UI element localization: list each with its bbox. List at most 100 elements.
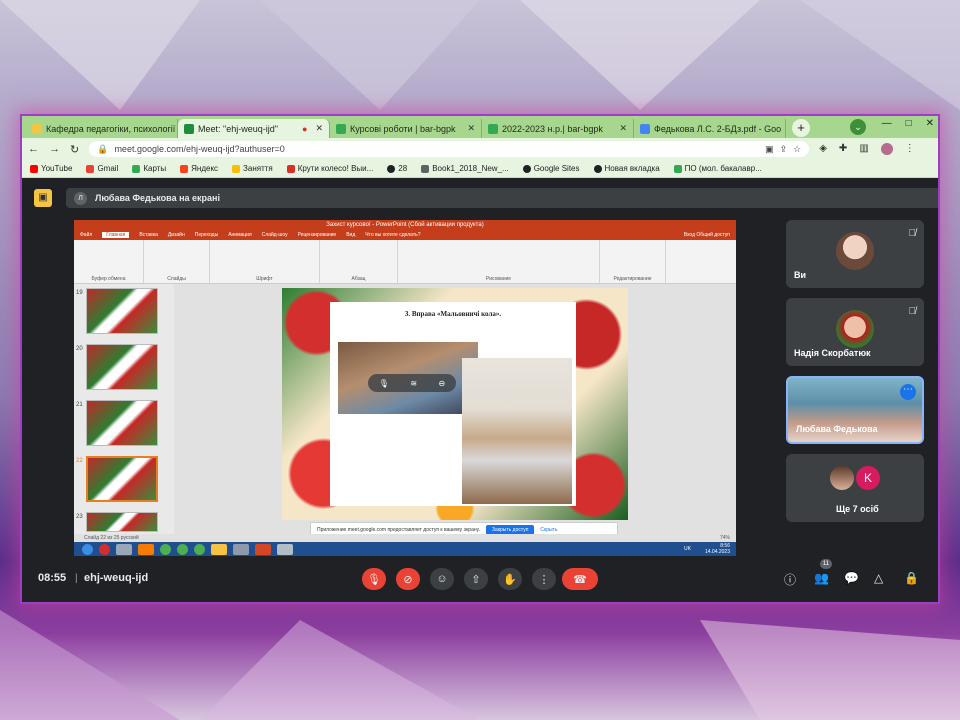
bookmark-google-sites[interactable]: Google Sites (522, 164, 580, 173)
taskbar-clock: 8:56 14.04.2023 (704, 543, 730, 555)
slide-thumbnail (86, 288, 158, 334)
video-overlay-controls: 🎙 ≋ ⊖ (368, 374, 456, 392)
shared-screen: Захист курсової - PowerPoint (Сбой актив… (74, 220, 736, 556)
hangup-icon: ☎ (573, 573, 587, 586)
back-icon[interactable]: ← (28, 143, 39, 155)
more-options-button[interactable]: ⋮ (532, 568, 556, 590)
powerpoint-icon (255, 543, 271, 555)
share-icon[interactable]: ⇪ (780, 144, 788, 155)
people-icon[interactable]: 👥 (814, 571, 829, 585)
participant-tile[interactable]: 🎙̸ Ви (786, 220, 924, 288)
gift-icon (286, 164, 295, 173)
present-button[interactable]: ⇧ (464, 568, 488, 590)
record-icon: ● (302, 123, 308, 134)
yandex-icon (180, 164, 189, 173)
bookmark-youtube[interactable]: YouTube (30, 164, 72, 173)
close-icon[interactable]: ✕ (785, 123, 786, 134)
reload-icon[interactable]: ↻ (70, 143, 79, 156)
slide-thumbnail (86, 512, 158, 532)
sidepanel-icon[interactable]: ▥ (859, 143, 868, 155)
ribbon-tab: Дизайн (167, 232, 185, 238)
participant-tile[interactable]: 🎙̸ Надія Скорбатюк (786, 298, 924, 366)
avatar (836, 310, 874, 348)
new-tab-button[interactable]: + (792, 119, 810, 137)
tab-pdf[interactable]: Федькова Л.С. 2-БДз.pdf - Goo✕ (634, 119, 786, 138)
present-screen-icon: ⇧ (471, 573, 481, 586)
reactions-button[interactable]: ☺ (430, 568, 454, 590)
close-icon[interactable]: ✕ (315, 123, 323, 134)
camera-off-icon: ⊘ (403, 573, 413, 586)
ribbon-tab: Рецензирование (297, 232, 337, 238)
globe-icon (593, 164, 602, 173)
sites-icon (488, 123, 498, 134)
avatar-initial: K (856, 466, 880, 490)
close-icon[interactable]: ✕ (467, 123, 475, 134)
bookmark-star-icon[interactable]: ☆ (793, 144, 801, 155)
others-tile[interactable]: K Ще 7 осіб (786, 454, 924, 522)
classroom-photo (462, 358, 572, 504)
tab-meet[interactable]: Meet: "ehj-weuq-ijd" ● ✕ (178, 119, 330, 138)
url-field[interactable]: 🔒 meet.google.com/ehj-weuq-ijd?authuser=… (89, 141, 810, 157)
ribbon-group: Редактирование (600, 240, 666, 283)
emoji-icon: ☺ (436, 573, 448, 585)
meeting-time: 08:55 (38, 572, 67, 584)
bookmark-book1[interactable]: Book1_2018_New_... (421, 164, 509, 173)
app-icon (233, 543, 249, 555)
avatar (830, 466, 854, 490)
participant-tile-speaker[interactable]: ⋯ Любава Федькова (786, 376, 924, 444)
folder-icon (232, 164, 241, 173)
bookmark-yandex[interactable]: Яндекс (180, 164, 218, 173)
hand-icon: ✋ (503, 573, 517, 586)
chrome-icon (194, 543, 205, 555)
puzzle-icon[interactable]: ✚ (839, 143, 847, 155)
bookmark-gmail[interactable]: Gmail (86, 164, 118, 173)
bookmark-wheel[interactable]: Крути колесо! Выи... (286, 164, 373, 173)
ribbon-tab: Анимация (228, 232, 252, 238)
extension-icon[interactable]: ◈ (819, 143, 827, 155)
remove-icon: ⊖ (438, 378, 446, 388)
mic-toggle-button[interactable]: 🎙 (362, 568, 386, 590)
camera-icon[interactable]: ▣ (765, 144, 774, 155)
tab-2022-2023[interactable]: 2022-2023 н.р.| bar-bgpk ✕ (482, 119, 634, 138)
more-options-icon[interactable]: ⋯ (900, 384, 916, 400)
tab-kursovi[interactable]: Курсові роботи | bar-bgpk ✕ (330, 119, 482, 138)
ribbon: Буфер обмена Слайды Шрифт Абзац Рисовани… (74, 240, 736, 284)
slide-content: 3. Вправа «Мальовничі кола». 🎙 ≋ ⊖ (330, 302, 576, 506)
forward-icon[interactable]: → (49, 143, 60, 155)
bookmark-zaniattia[interactable]: Заняття (232, 164, 273, 173)
chat-icon[interactable]: 💬 (844, 571, 859, 585)
vlc-icon (138, 543, 154, 555)
camera-toggle-button[interactable]: ⊘ (396, 568, 420, 590)
file-icon (421, 164, 430, 173)
presenting-banner: Л Любава Федькова на екрані (66, 188, 938, 208)
powerpoint-titlebar: Захист курсової - PowerPoint (Сбой актив… (74, 220, 736, 230)
leave-call-button[interactable]: ☎ (562, 568, 598, 590)
activities-icon[interactable]: △ (874, 571, 883, 585)
profile-avatar[interactable] (880, 143, 893, 155)
bookmark-new-tab[interactable]: Новая вкладка (593, 164, 660, 173)
slide-canvas: 3. Вправа «Мальовничі кола». 🎙 ≋ ⊖ (282, 288, 628, 520)
powerpoint-statusbar: Слайд 22 из 25 русский 74% (74, 534, 736, 542)
bookmarks-bar: YouTube Gmail Карты Яндекс Заняття Крути… (22, 160, 938, 178)
close-icon[interactable]: ✕ (619, 123, 627, 134)
maps-icon (132, 164, 141, 173)
close-window-icon[interactable]: ✕ (926, 118, 934, 129)
ribbon-account: Вход Общий доступ (683, 232, 730, 238)
info-icon[interactable]: ⓘ (784, 571, 796, 588)
tab-search-icon[interactable]: ⌄ (850, 119, 866, 135)
ribbon-tab: Вставка (139, 232, 158, 238)
bookmark-po[interactable]: ПО (мол. бакалавр... (673, 164, 762, 173)
mic-off-icon: 🎙̸ (908, 306, 917, 317)
browser-window: Кафедра педагогіки, психології✕ Meet: "e… (20, 114, 940, 604)
bookmark-28[interactable]: 28 (387, 164, 407, 173)
drive-icon (673, 164, 682, 173)
slide-thumbnail (86, 400, 158, 446)
maximize-icon[interactable]: □ (906, 118, 912, 129)
menu-icon[interactable]: ⋮ (905, 143, 915, 155)
presentation-toggle-icon[interactable]: ▣ (34, 189, 52, 207)
bookmark-maps[interactable]: Карты (132, 164, 166, 173)
host-controls-icon[interactable]: 🔒 (904, 571, 919, 585)
tab-kafedra[interactable]: Кафедра педагогіки, психології✕ (26, 119, 178, 138)
raise-hand-button[interactable]: ✋ (498, 568, 522, 590)
minimize-icon[interactable]: — (882, 118, 892, 129)
